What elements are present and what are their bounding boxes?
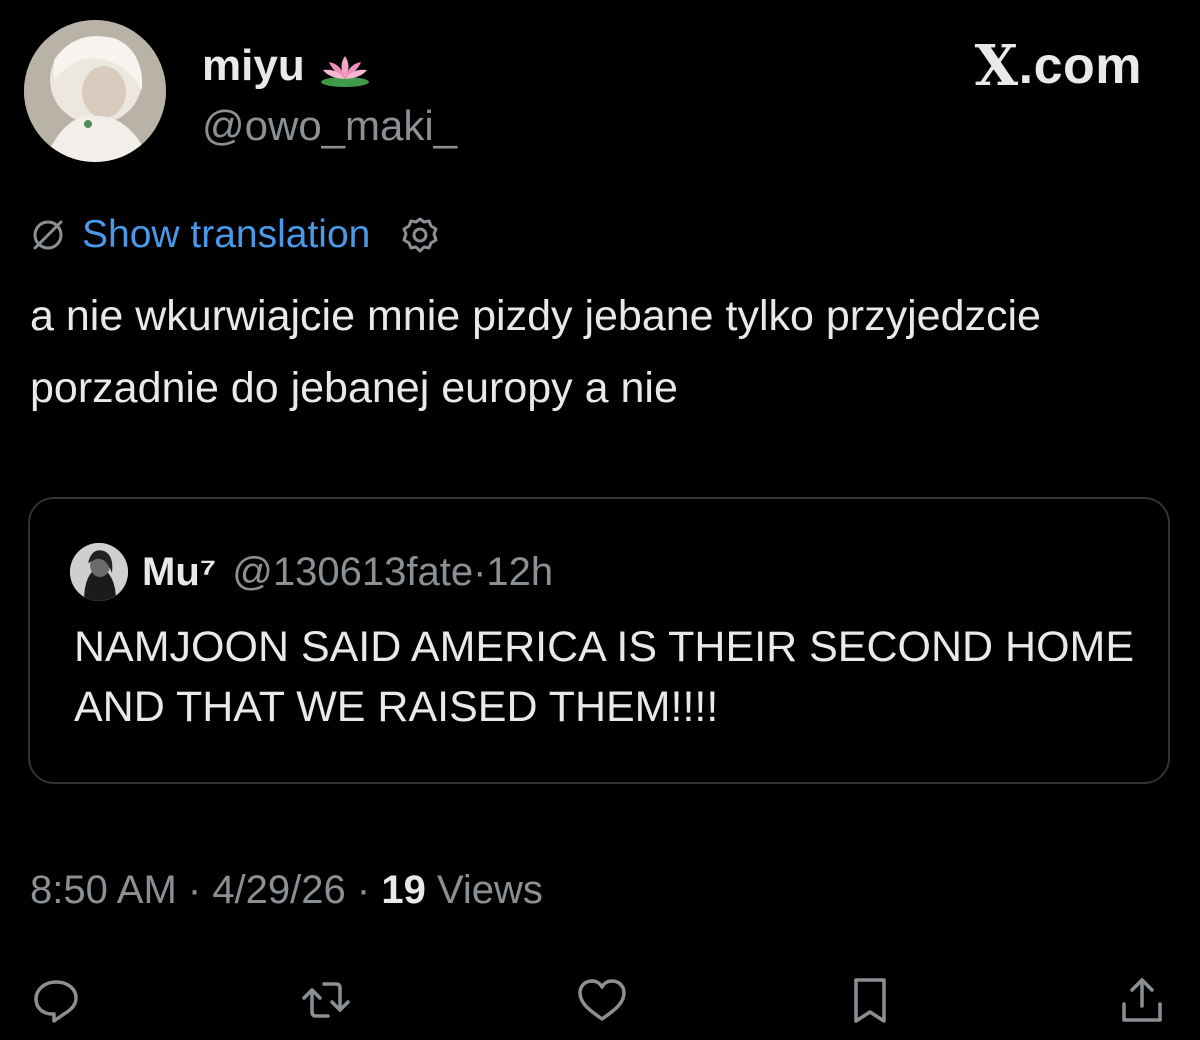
- reply-icon: [34, 980, 78, 1023]
- brand-domain: .com: [1018, 37, 1142, 95]
- quote-text: NAMJOON SAID AMERICA IS THEIR SECOND HOM…: [74, 623, 1135, 731]
- reply-button[interactable]: [28, 972, 84, 1028]
- bookmark-icon: [854, 978, 886, 1023]
- share-icon: [1122, 978, 1162, 1022]
- action-bar: [0, 966, 1200, 1036]
- author-display-name[interactable]: miyu: [202, 40, 371, 92]
- quote-tweet-card[interactable]: Mu⁷ @130613fate·12h NAMJOON SAID AMERICA…: [28, 497, 1170, 784]
- meta-separator: ·: [176, 868, 213, 912]
- brand-watermark: X .com: [975, 36, 1142, 96]
- meta-separator: ·: [345, 868, 382, 912]
- display-name-text: miyu: [202, 41, 305, 90]
- quote-handle-time: @130613fate·12h: [232, 549, 554, 594]
- bookmark-button[interactable]: [842, 972, 898, 1028]
- tweet-meta: 8:50 AM · 4/29/26 · 19 Views: [30, 862, 543, 918]
- quote-header: Mu⁷ @130613fate·12h: [70, 543, 554, 601]
- retweet-button[interactable]: [298, 972, 354, 1028]
- retweet-icon: [302, 982, 350, 1018]
- author-handle[interactable]: @owo_maki_: [202, 100, 457, 152]
- quote-avatar[interactable]: [70, 543, 128, 601]
- tweet-text: a nie wkurwiajcie mnie pizdy jebane tylk…: [30, 292, 1041, 412]
- quote-author-name[interactable]: Mu⁷: [142, 550, 216, 595]
- views-count: 19: [381, 868, 426, 912]
- share-button[interactable]: [1114, 972, 1170, 1028]
- x-logo-icon: X: [974, 33, 1019, 99]
- gear-icon[interactable]: [400, 215, 440, 255]
- heart-icon: [578, 979, 626, 1021]
- author-avatar[interactable]: [24, 20, 166, 162]
- translation-row: Show translation: [28, 210, 440, 260]
- views-label: Views: [425, 868, 543, 912]
- tweet-date: 4/29/26: [212, 868, 346, 912]
- lotus-icon: [319, 48, 371, 87]
- translate-globe-icon: [33, 220, 63, 250]
- show-translation-link[interactable]: Show translation: [82, 210, 370, 260]
- tweet-time: 8:50 AM: [30, 868, 177, 912]
- like-button[interactable]: [574, 972, 630, 1028]
